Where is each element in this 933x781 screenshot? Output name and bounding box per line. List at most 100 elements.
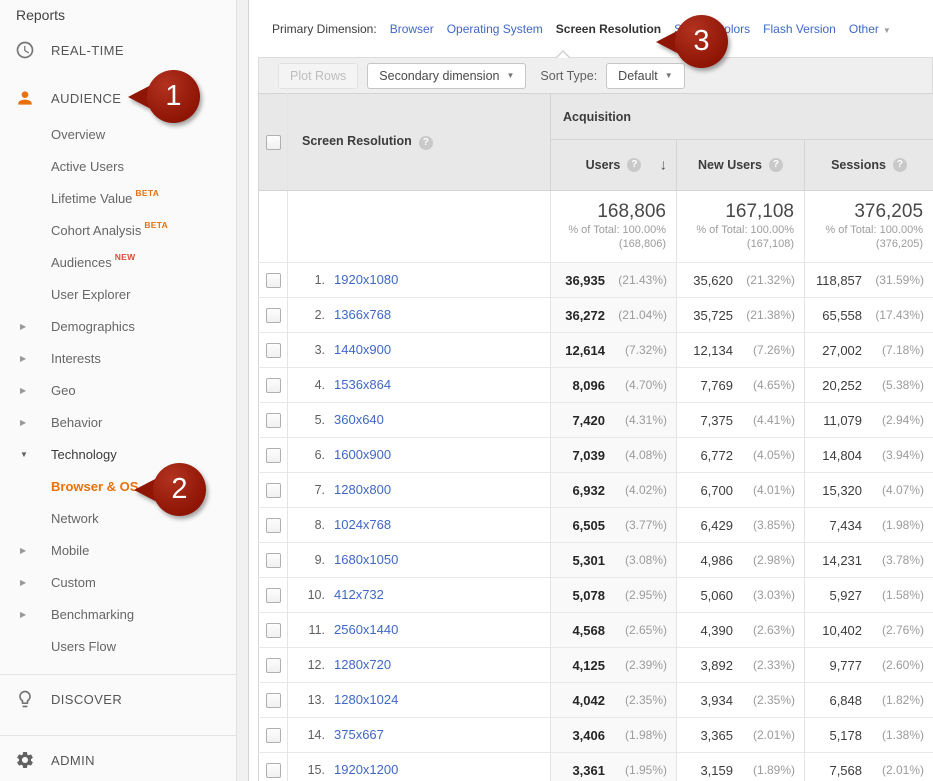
- sidebar-item-user-explorer[interactable]: User Explorer: [0, 278, 248, 310]
- dimension-link-browser[interactable]: Browser: [390, 22, 434, 36]
- new-users-percent: (2.63%): [733, 623, 795, 637]
- chevron-right-icon[interactable]: ▶: [20, 578, 26, 587]
- row-checkbox[interactable]: [266, 693, 281, 708]
- sidebar-item-lifetime-value[interactable]: Lifetime ValueBETA: [0, 182, 248, 214]
- new-users-percent: (2.98%): [733, 553, 795, 567]
- chevron-right-icon[interactable]: ▶: [20, 322, 26, 331]
- row-checkbox[interactable]: [266, 273, 281, 288]
- help-icon[interactable]: ?: [769, 158, 783, 172]
- new-users-cell: 5,060(3.03%): [677, 578, 805, 613]
- sessions-total: 376,205: [805, 201, 923, 223]
- sidebar-item-real-time[interactable]: REAL-TIME: [0, 30, 248, 70]
- new-users-cell: 7,375(4.41%): [677, 403, 805, 438]
- sessions-percent: (3.78%): [862, 553, 924, 567]
- chevron-right-icon[interactable]: ▶: [20, 418, 26, 427]
- dimension-link-operating-system[interactable]: Operating System: [447, 22, 543, 36]
- new-users-percent: (4.05%): [733, 448, 795, 462]
- row-checkbox[interactable]: [266, 518, 281, 533]
- row-checkbox[interactable]: [266, 728, 281, 743]
- sidebar-item-technology[interactable]: ▼Technology: [0, 438, 248, 470]
- sidebar-item-behavior[interactable]: ▶Behavior: [0, 406, 248, 438]
- new-users-percent: (21.38%): [733, 308, 795, 322]
- resolution-link[interactable]: 1366x768: [334, 307, 391, 322]
- totals-dimension-cell: [288, 191, 551, 263]
- secondary-dimension-button[interactable]: Secondary dimension ▼: [367, 63, 526, 89]
- resolution-link[interactable]: 1920x1200: [334, 762, 398, 777]
- resolution-link[interactable]: 2560x1440: [334, 622, 398, 637]
- new-users-cell: 3,159(1.89%): [677, 753, 805, 781]
- resolution-link[interactable]: 1280x720: [334, 657, 391, 672]
- sidebar-item-users-flow[interactable]: Users Flow: [0, 630, 248, 662]
- chevron-down-icon[interactable]: ▼: [20, 450, 28, 459]
- sidebar-item-audience[interactable]: AUDIENCE: [0, 78, 248, 118]
- resolution-link[interactable]: 1280x800: [334, 482, 391, 497]
- resolution-link[interactable]: 1280x1024: [334, 692, 398, 707]
- select-all-checkbox[interactable]: [266, 135, 281, 150]
- help-icon[interactable]: ?: [419, 136, 433, 150]
- dimension-link-screen-colors[interactable]: Screen Colors: [674, 22, 750, 36]
- sidebar-item-discover[interactable]: DISCOVER: [0, 675, 248, 723]
- sidebar-item-audiences[interactable]: AudiencesNEW: [0, 246, 248, 278]
- sidebar-item-geo[interactable]: ▶Geo: [0, 374, 248, 406]
- row-checkbox[interactable]: [266, 448, 281, 463]
- plot-rows-button[interactable]: Plot Rows: [278, 63, 358, 89]
- sidebar-scrollbar[interactable]: [236, 0, 248, 781]
- help-icon[interactable]: ?: [627, 158, 641, 172]
- chevron-right-icon[interactable]: ▶: [20, 610, 26, 619]
- chevron-right-icon[interactable]: ▶: [20, 354, 26, 363]
- users-value: 8,096: [572, 378, 605, 393]
- row-checkbox[interactable]: [266, 763, 281, 778]
- users-percent: (4.31%): [605, 413, 667, 427]
- row-checkbox[interactable]: [266, 623, 281, 638]
- sessions-percent: (2.60%): [862, 658, 924, 672]
- resolution-link[interactable]: 1600x900: [334, 447, 391, 462]
- row-number: 4.: [301, 378, 325, 392]
- users-value: 4,042: [572, 693, 605, 708]
- dimension-link-screen-resolution[interactable]: Screen Resolution: [556, 22, 661, 36]
- table-row: 13.1280x10244,042(2.35%)3,934(2.35%)6,84…: [259, 683, 933, 718]
- column-header-new-users[interactable]: New Users?: [677, 140, 805, 191]
- sidebar-item-label: Users Flow: [51, 639, 116, 654]
- resolution-link[interactable]: 1920x1080: [334, 272, 398, 287]
- resolution-link[interactable]: 360x640: [334, 412, 384, 427]
- row-checkbox[interactable]: [266, 658, 281, 673]
- sidebar-item-overview[interactable]: Overview: [0, 118, 248, 150]
- resolution-link[interactable]: 412x732: [334, 587, 384, 602]
- sidebar-item-interests[interactable]: ▶Interests: [0, 342, 248, 374]
- row-checkbox[interactable]: [266, 378, 281, 393]
- row-checkbox-cell: [259, 683, 288, 718]
- sidebar-item-cohort-analysis[interactable]: Cohort AnalysisBETA: [0, 214, 248, 246]
- dimension-link-flash-version[interactable]: Flash Version: [763, 22, 836, 36]
- help-icon[interactable]: ?: [893, 158, 907, 172]
- row-checkbox[interactable]: [266, 588, 281, 603]
- sidebar-item-network[interactable]: Network: [0, 502, 248, 534]
- dimension-column-header[interactable]: Screen Resolution?: [288, 94, 551, 191]
- row-checkbox[interactable]: [266, 483, 281, 498]
- sidebar-item-active-users[interactable]: Active Users: [0, 150, 248, 182]
- resolution-link[interactable]: 1440x900: [334, 342, 391, 357]
- sort-type-select[interactable]: Default ▼: [606, 63, 685, 89]
- resolution-link[interactable]: 1680x1050: [334, 552, 398, 567]
- column-header-sessions[interactable]: Sessions?: [805, 140, 933, 191]
- chevron-right-icon[interactable]: ▶: [20, 386, 26, 395]
- resolution-link[interactable]: 1536x864: [334, 377, 391, 392]
- resolution-link[interactable]: 375x667: [334, 727, 384, 742]
- sort-descending-icon[interactable]: ↓: [660, 157, 668, 174]
- row-checkbox[interactable]: [266, 308, 281, 323]
- column-header-users[interactable]: Users? ↓: [551, 140, 677, 191]
- sidebar-item-browser-os[interactable]: Browser & OS: [0, 470, 248, 502]
- users-value: 3,406: [572, 728, 605, 743]
- row-checkbox[interactable]: [266, 343, 281, 358]
- sidebar-item-benchmarking[interactable]: ▶Benchmarking: [0, 598, 248, 630]
- chevron-right-icon[interactable]: ▶: [20, 546, 26, 555]
- sidebar-item-mobile[interactable]: ▶Mobile: [0, 534, 248, 566]
- sidebar-item-admin[interactable]: ADMIN: [0, 736, 248, 781]
- dimension-link-other[interactable]: Other▼: [849, 22, 891, 36]
- sidebar-item-demographics[interactable]: ▶Demographics: [0, 310, 248, 342]
- row-checkbox[interactable]: [266, 413, 281, 428]
- row-checkbox[interactable]: [266, 553, 281, 568]
- resolution-link[interactable]: 1024x768: [334, 517, 391, 532]
- row-dimension-cell: 3.1440x900: [288, 333, 551, 368]
- sidebar-item-custom[interactable]: ▶Custom: [0, 566, 248, 598]
- sidebar-title: Reports: [0, 0, 248, 26]
